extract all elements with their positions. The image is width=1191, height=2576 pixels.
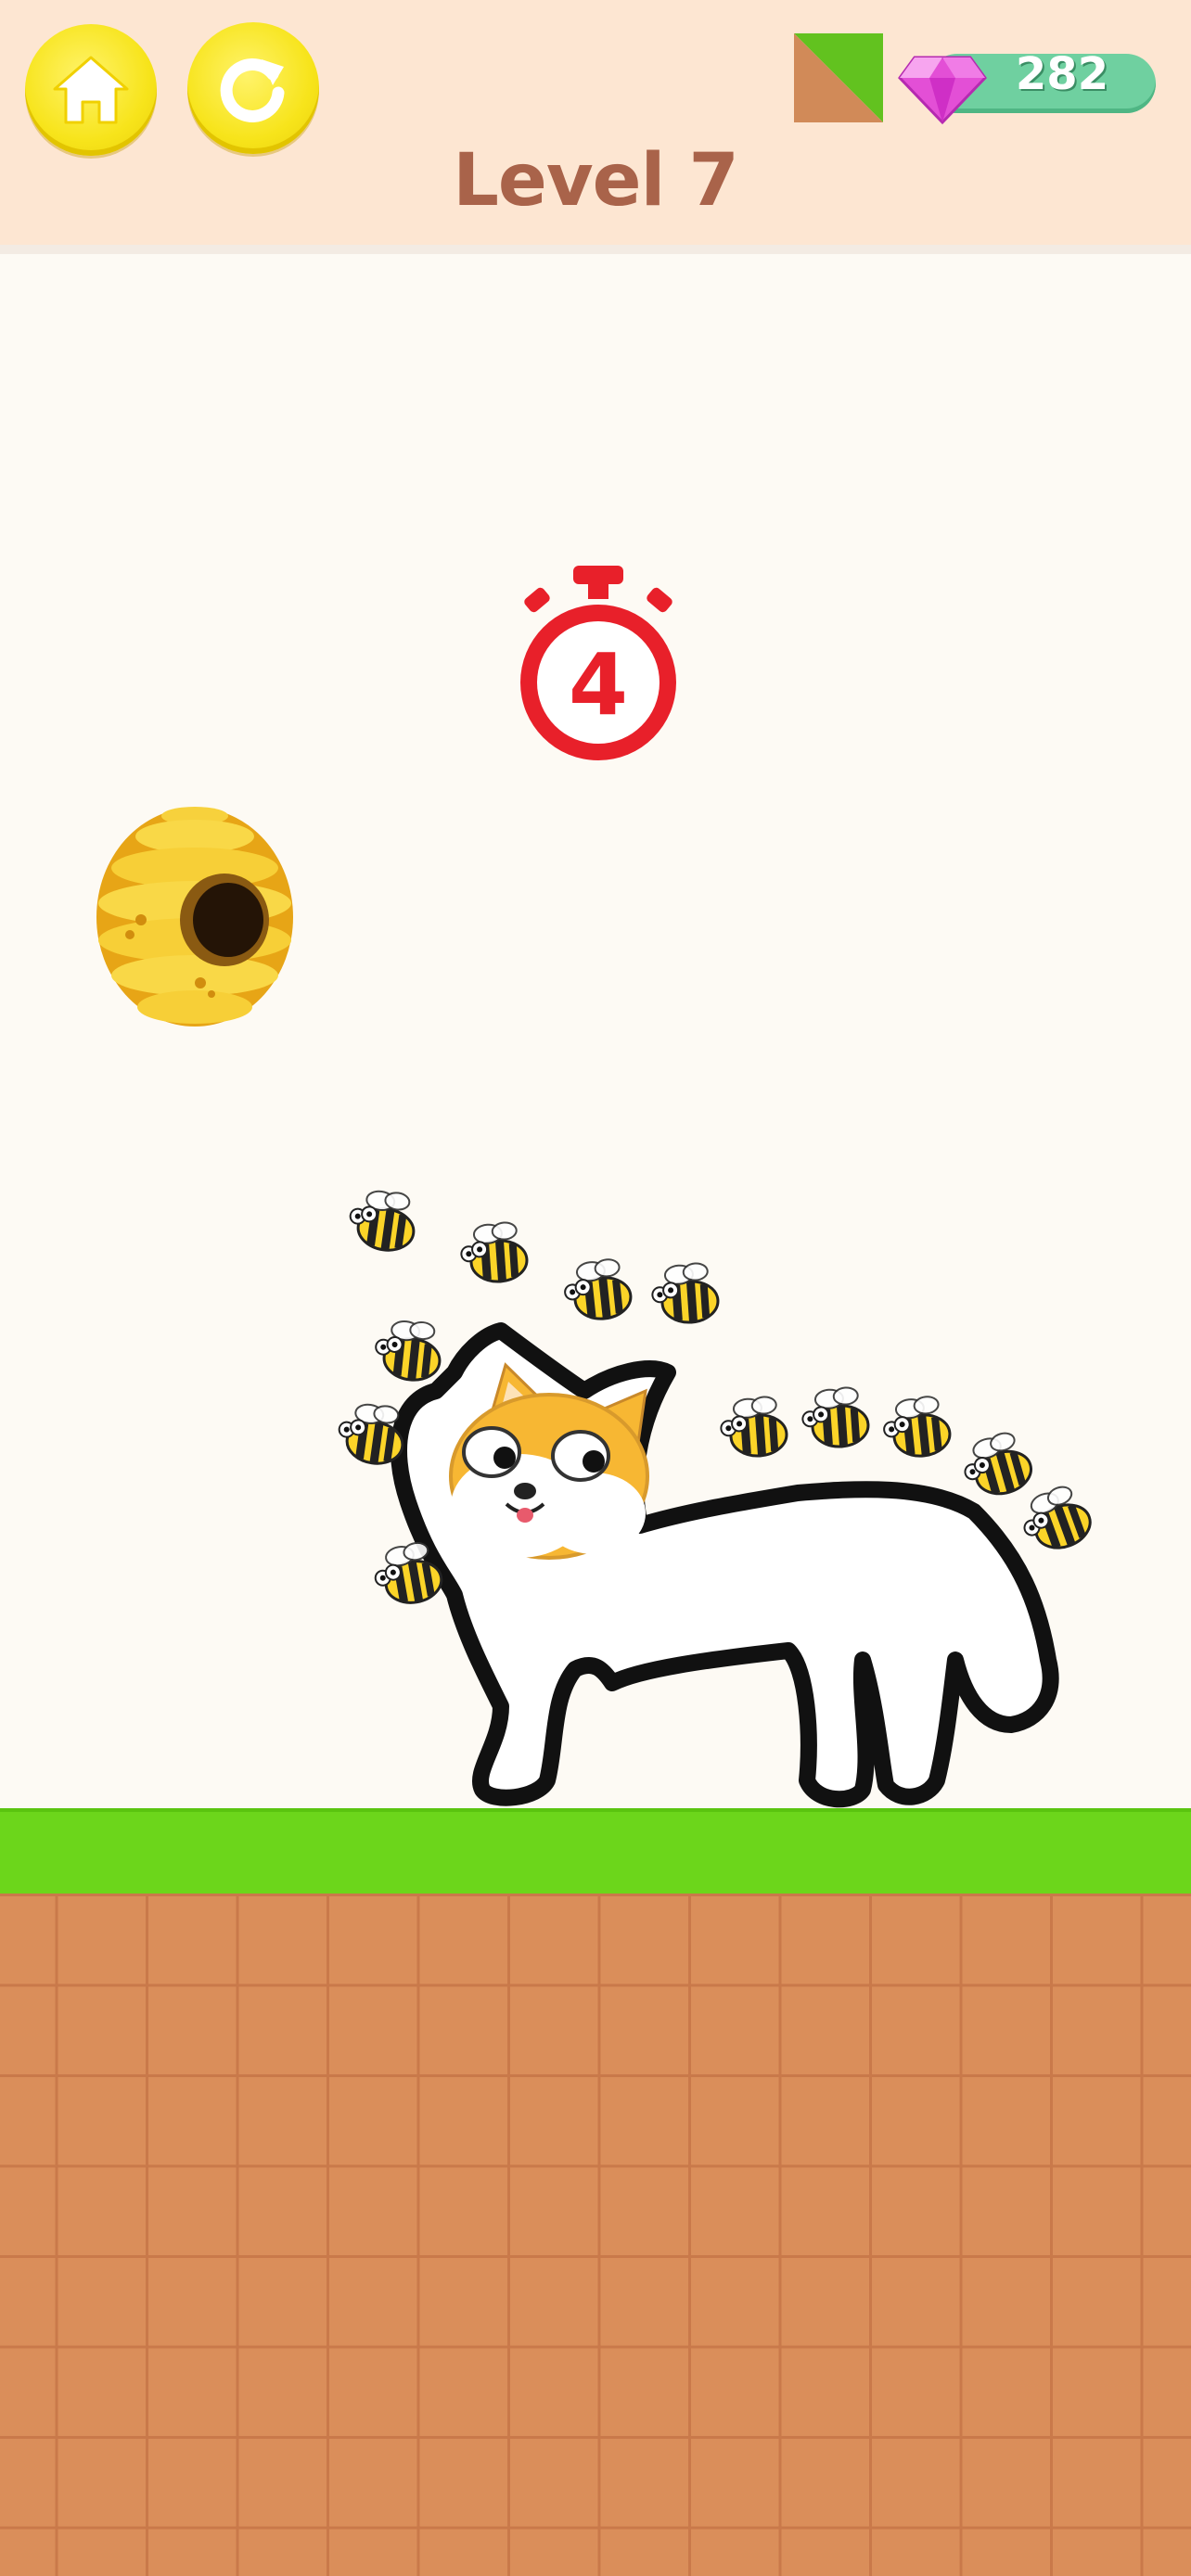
bee-icon [650, 1262, 719, 1325]
bee-icon [373, 1318, 443, 1383]
bee-icon [346, 1187, 418, 1254]
bee-icon [719, 1396, 788, 1459]
bee-icon [1015, 1481, 1095, 1558]
bee-icon [335, 1400, 407, 1467]
bee-icon [957, 1428, 1036, 1502]
dirt-ground [0, 1894, 1191, 2576]
bee-icon [562, 1257, 633, 1322]
bee-icon [800, 1386, 869, 1449]
bee-icon [459, 1221, 528, 1284]
grass-strip [0, 1808, 1191, 1897]
bee-icon [881, 1395, 952, 1460]
